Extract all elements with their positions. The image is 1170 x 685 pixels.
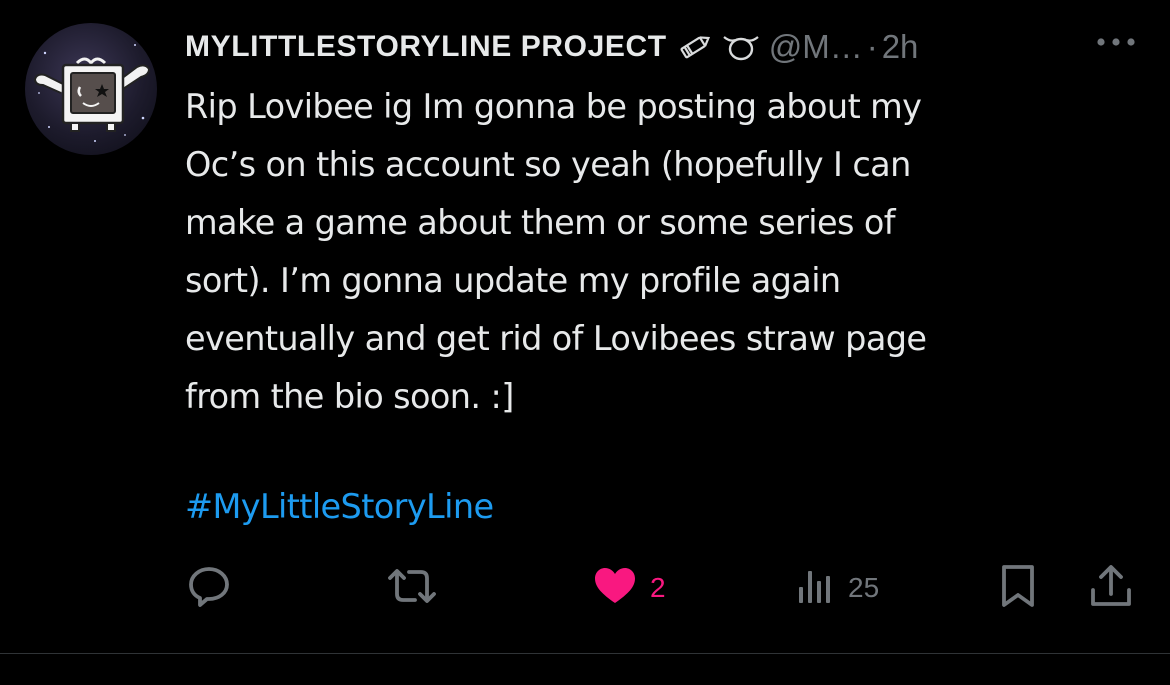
views-button[interactable]: 25 [794, 560, 879, 616]
retweet-button[interactable] [386, 560, 438, 616]
bookmark-icon [996, 562, 1040, 614]
tweet-text-line: make a game about them or some series of [185, 203, 896, 242]
display-name[interactable]: MYLITTLESTORYLINE PROJECT [185, 30, 667, 64]
avatar[interactable] [25, 23, 157, 155]
share-button[interactable] [1088, 560, 1134, 616]
timestamp[interactable]: 2h [882, 28, 919, 66]
tweet-text-line: from the bio soon. :] [185, 377, 514, 416]
heart-filled-icon [592, 563, 638, 613]
tweet-text-line: eventually and get rid of Lovibees straw… [185, 319, 927, 358]
share-icon [1088, 562, 1134, 614]
tweet-text-line: Oc’s on this account so yeah (hopefully … [185, 145, 911, 184]
like-button[interactable]: 2 [592, 560, 666, 616]
tweet[interactable]: MYLITTLESTORYLINE PROJECT @M… · 2h Rip L… [0, 0, 1170, 654]
reply-icon [186, 563, 232, 613]
tweet-text: Rip Lovibee ig Im gonna be posting about… [185, 78, 1115, 426]
more-options-icon[interactable] [1093, 32, 1139, 52]
bookmark-button[interactable] [996, 560, 1040, 616]
curly-loop-icon [721, 32, 761, 62]
tweet-divider [0, 653, 1170, 654]
avatar-image [33, 44, 151, 142]
separator-dot: · [866, 28, 878, 65]
reply-button[interactable] [186, 560, 232, 616]
tweet-text-line: Rip Lovibee ig Im gonna be posting about… [185, 87, 922, 126]
views-icon [794, 563, 836, 613]
hashtag-link[interactable]: #MyLittleStoryLine [185, 478, 494, 536]
retweet-icon [386, 563, 438, 613]
view-count: 25 [848, 572, 880, 603]
like-count: 2 [650, 572, 666, 603]
action-bar: 2 25 [0, 560, 1170, 616]
tweet-text-line: sort). I’m gonna update my profile again [185, 261, 841, 300]
tweet-header: MYLITTLESTORYLINE PROJECT @M… · 2h [185, 24, 918, 70]
pencil-icon [675, 32, 713, 62]
user-handle[interactable]: @M… [769, 28, 863, 66]
